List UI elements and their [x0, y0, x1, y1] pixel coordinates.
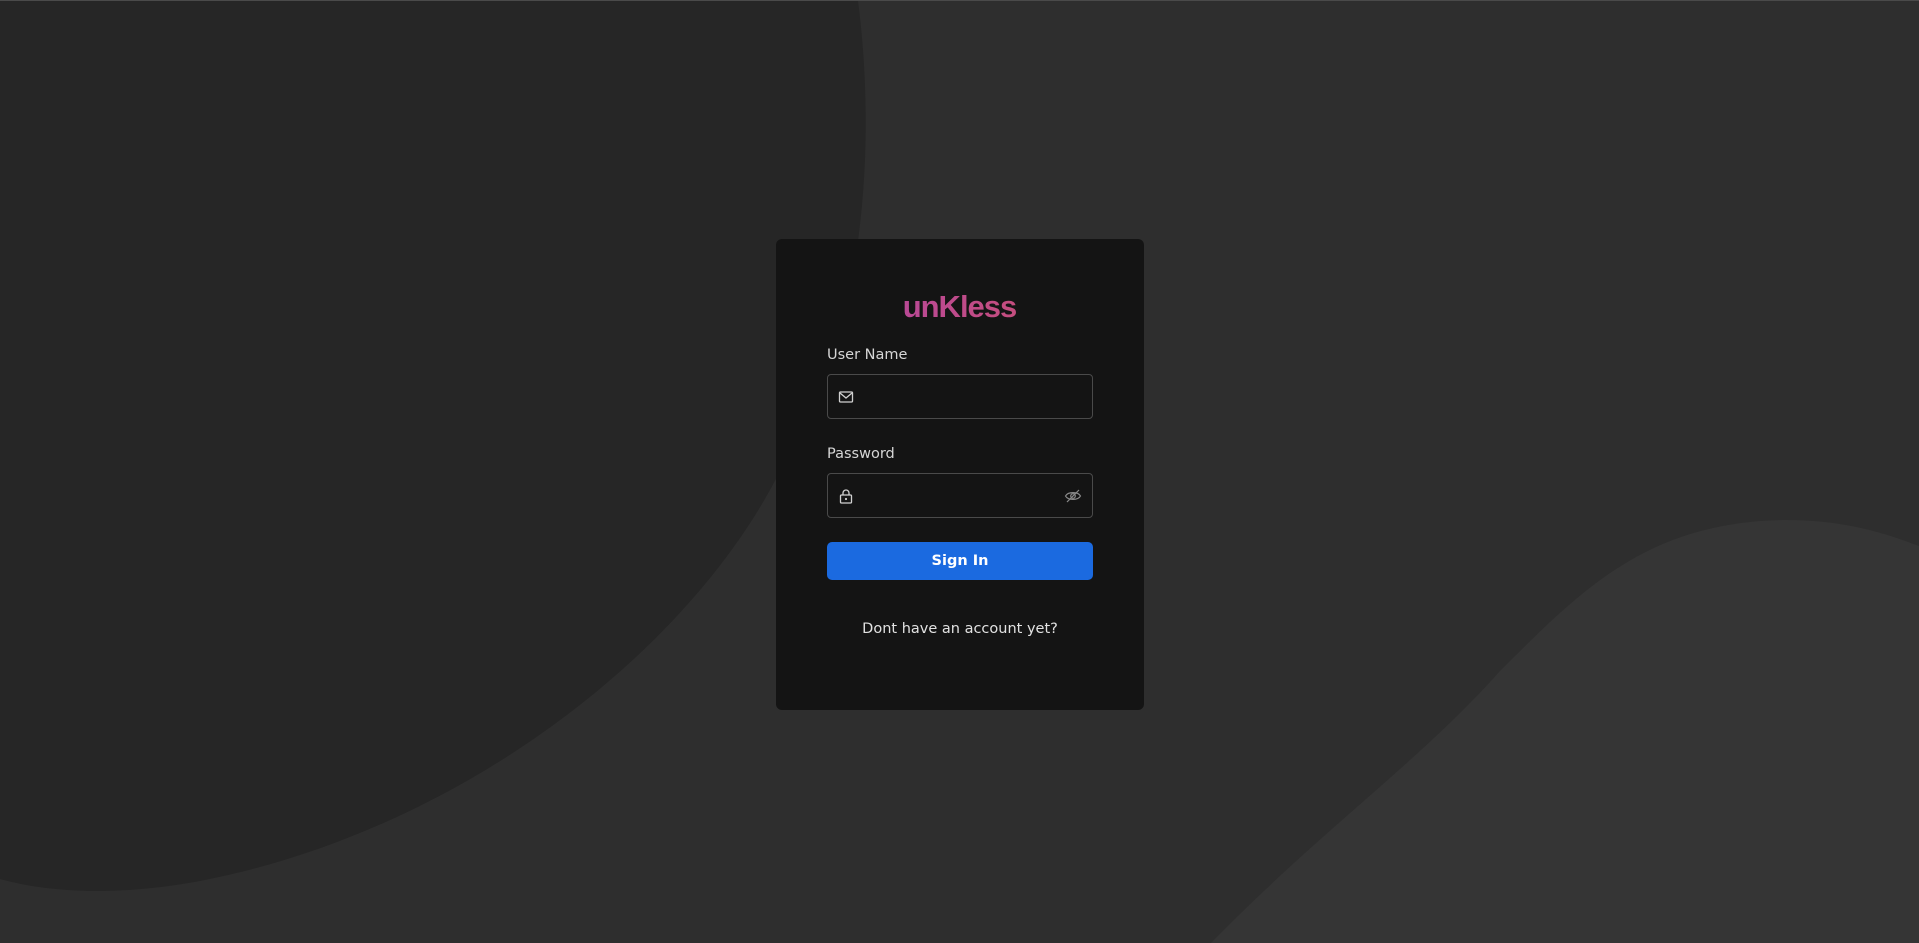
- password-input[interactable]: [862, 474, 1062, 519]
- password-label: Password: [827, 446, 895, 462]
- mail-icon: [838, 391, 854, 403]
- eye-off-icon[interactable]: [1064, 488, 1082, 504]
- username-field[interactable]: [827, 374, 1093, 420]
- background-circle-shape: [0, 1, 866, 891]
- signup-link[interactable]: Dont have an account yet?: [776, 621, 1144, 637]
- sign-in-button[interactable]: Sign In: [827, 542, 1093, 580]
- background-wave-shape: [1210, 520, 1919, 943]
- brand-logo-text: unKless: [902, 289, 1017, 324]
- username-input[interactable]: [862, 375, 1062, 420]
- brand-logo: unKless: [0, 287, 1919, 327]
- login-page: unKless User Name Password Sign In Dont …: [0, 0, 1919, 943]
- lock-icon: [839, 489, 853, 504]
- username-label: User Name: [827, 347, 908, 363]
- password-field[interactable]: [827, 473, 1093, 519]
